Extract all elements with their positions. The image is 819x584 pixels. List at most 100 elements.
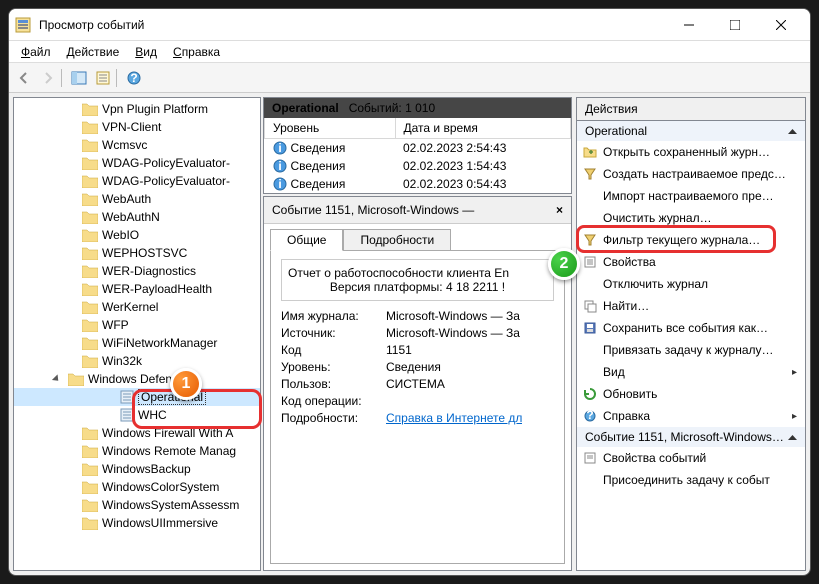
kv-opcode-k: Код операции: xyxy=(281,394,386,408)
kv-more-link[interactable]: Справка в Интернете дл xyxy=(386,411,522,425)
action-item[interactable]: Импорт настраиваемого пре… xyxy=(577,185,805,207)
tree-item[interactable]: WindowsUIImmersive xyxy=(14,514,260,532)
menubar: ФФайлайл Действие Вид Справка xyxy=(9,41,810,63)
action-item[interactable]: Привязать задачу к журналу… xyxy=(577,339,805,361)
kv-source-k: Источник: xyxy=(281,326,386,340)
tree-item[interactable]: Windows Remote Manag xyxy=(14,442,260,460)
kv-user-k: Пользов: xyxy=(281,377,386,391)
action-icon xyxy=(583,451,597,465)
kv-code-k: Код xyxy=(281,343,386,357)
detail-title: Событие 1151, Microsoft-Windows — xyxy=(272,203,474,217)
action-item[interactable]: ?Справка xyxy=(577,405,805,427)
action-icon xyxy=(583,255,597,269)
events-panel: Operational Событий: 1 010 Уровень Дата … xyxy=(263,97,572,194)
annotation-badge-1: 1 xyxy=(170,368,202,400)
menu-file[interactable]: ФФайлайл xyxy=(13,43,59,61)
action-icon xyxy=(583,189,597,203)
action-item[interactable]: Присоединить задачу к событ xyxy=(577,469,805,491)
kv-source-v: Microsoft-Windows — За xyxy=(386,326,520,340)
tab-details[interactable]: Подробности xyxy=(343,229,451,251)
tree-item-expanded[interactable]: Windows Defend xyxy=(14,370,260,388)
annotation-badge-2: 2 xyxy=(548,248,580,280)
svg-text:i: i xyxy=(278,177,281,191)
svg-text:i: i xyxy=(278,141,281,155)
back-button[interactable] xyxy=(13,67,35,89)
tree-item[interactable]: WindowsColorSystem xyxy=(14,478,260,496)
action-icon xyxy=(583,277,597,291)
tree-log-item[interactable]: WHC xyxy=(14,406,260,424)
separator xyxy=(116,69,121,87)
action-item[interactable]: Обновить xyxy=(577,383,805,405)
report-line1: Отчет о работоспособности клиента En xyxy=(288,266,547,280)
tree-item[interactable]: Wcmsvc xyxy=(14,136,260,154)
action-item[interactable]: Вид xyxy=(577,361,805,383)
svg-text:?: ? xyxy=(586,409,593,422)
tree-item[interactable]: WebIO xyxy=(14,226,260,244)
tree-item[interactable]: WerKernel xyxy=(14,298,260,316)
middle-panel: Operational Событий: 1 010 Уровень Дата … xyxy=(263,97,572,571)
tree-item[interactable]: WER-Diagnostics xyxy=(14,262,260,280)
events-header: Operational Событий: 1 010 xyxy=(264,98,571,118)
tree-item[interactable]: WiFiNetworkManager xyxy=(14,334,260,352)
tree-item[interactable]: Vpn Plugin Platform xyxy=(14,100,260,118)
tab-general[interactable]: Общие xyxy=(270,229,343,251)
svg-text:i: i xyxy=(278,159,281,173)
actions-section-operational[interactable]: Operational xyxy=(577,121,805,141)
menu-view[interactable]: Вид xyxy=(127,43,165,61)
tree-panel[interactable]: Vpn Plugin PlatformVPN-ClientWcmsvcWDAG-… xyxy=(13,97,261,571)
action-item[interactable]: Очистить журнал… xyxy=(577,207,805,229)
tree-item[interactable]: WebAuthN xyxy=(14,208,260,226)
kv-more-k: Подробности: xyxy=(281,411,386,425)
close-button[interactable] xyxy=(758,9,804,41)
show-tree-button[interactable] xyxy=(68,67,90,89)
svg-text:?: ? xyxy=(130,71,137,85)
action-item[interactable]: Отключить журнал xyxy=(577,273,805,295)
tree-log-item[interactable]: Operational xyxy=(14,388,260,406)
action-item[interactable]: Создать настраиваемое предс… xyxy=(577,163,805,185)
action-icon xyxy=(583,299,597,313)
report-line2: Версия платформы: 4 18 2211 ! xyxy=(288,280,547,294)
col-datetime[interactable]: Дата и время xyxy=(395,118,571,139)
forward-button[interactable] xyxy=(37,67,59,89)
event-row[interactable]: iСведения02.02.2023 1:54:43 xyxy=(265,157,571,175)
action-icon xyxy=(583,473,597,487)
menu-action[interactable]: Действие xyxy=(59,43,128,61)
tree-item[interactable]: WebAuth xyxy=(14,190,260,208)
help-button[interactable]: ? xyxy=(123,67,145,89)
detail-panel: Событие 1151, Microsoft-Windows — × Общи… xyxy=(263,196,572,571)
action-item[interactable]: Свойства событий xyxy=(577,447,805,469)
kv-level-k: Уровень: xyxy=(281,360,386,374)
action-icon xyxy=(583,387,597,401)
col-level[interactable]: Уровень xyxy=(265,118,396,139)
actions-section-event[interactable]: Событие 1151, Microsoft-Windows… xyxy=(577,427,805,447)
tree-item[interactable]: WindowsBackup xyxy=(14,460,260,478)
tree-item[interactable]: WEPHOSTSVC xyxy=(14,244,260,262)
action-icon xyxy=(583,211,597,225)
event-row[interactable]: iСведения02.02.2023 2:54:43 xyxy=(265,139,571,158)
tree-item[interactable]: WDAG-PolicyEvaluator- xyxy=(14,154,260,172)
properties-button[interactable] xyxy=(92,67,114,89)
tree-item[interactable]: WER-PayloadHealth xyxy=(14,280,260,298)
tree-item[interactable]: VPN-Client xyxy=(14,118,260,136)
tree-item[interactable]: WFP xyxy=(14,316,260,334)
titlebar: Просмотр событий xyxy=(9,9,810,41)
minimize-button[interactable] xyxy=(666,9,712,41)
event-viewer-window: Просмотр событий ФФайлайл Действие Вид С… xyxy=(8,8,811,576)
tree-item[interactable]: Windows Firewall With A xyxy=(14,424,260,442)
menu-help[interactable]: Справка xyxy=(165,43,228,61)
action-item[interactable]: Найти… xyxy=(577,295,805,317)
detail-close-icon[interactable]: × xyxy=(556,203,563,217)
events-grid[interactable]: Уровень Дата и время iСведения02.02.2023… xyxy=(264,118,571,193)
action-icon xyxy=(583,233,597,247)
tree-item[interactable]: Win32k xyxy=(14,352,260,370)
action-item[interactable]: Открыть сохраненный журн… xyxy=(577,141,805,163)
tree-item[interactable]: WindowsSystemAssessm xyxy=(14,496,260,514)
action-item[interactable]: Сохранить все события как… xyxy=(577,317,805,339)
maximize-button[interactable] xyxy=(712,9,758,41)
actions-title: Действия xyxy=(576,97,806,120)
action-item[interactable]: Фильтр текущего журнала… xyxy=(577,229,805,251)
event-row[interactable]: iСведения02.02.2023 0:54:43 xyxy=(265,175,571,193)
tree-item[interactable]: WDAG-PolicyEvaluator- xyxy=(14,172,260,190)
action-item[interactable]: Свойства xyxy=(577,251,805,273)
app-icon xyxy=(15,17,31,33)
